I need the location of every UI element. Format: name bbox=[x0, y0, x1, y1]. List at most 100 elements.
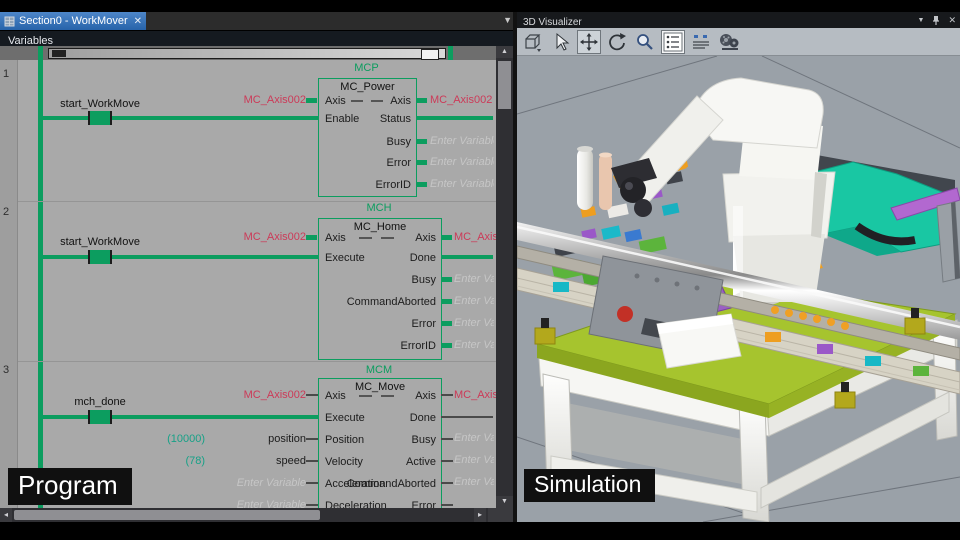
fb-pin: ErrorID bbox=[375, 179, 411, 191]
scroll-right-button[interactable]: ▸ bbox=[474, 508, 486, 522]
fb-pin: Busy bbox=[411, 434, 436, 446]
empty-parameter[interactable]: Enter Variable bbox=[200, 498, 306, 508]
fb-pin: Done bbox=[409, 412, 436, 424]
pin-stub bbox=[441, 299, 452, 304]
pin-line bbox=[306, 482, 318, 484]
pin-stub bbox=[441, 343, 452, 348]
pin-stub bbox=[441, 321, 452, 326]
empty-parameter[interactable]: Enter Variable bbox=[430, 134, 494, 148]
tab-overflow-icon[interactable]: ▼ bbox=[503, 15, 512, 25]
rung-3-number: 3 bbox=[3, 364, 10, 376]
fb-mc-home[interactable]: MC_Home Axis Execute Axis Done Busy Comm… bbox=[318, 218, 442, 360]
zoom-view-icon[interactable] bbox=[633, 30, 657, 54]
view-cube-icon[interactable] bbox=[521, 30, 545, 54]
3d-visualizer-panel: 3D Visualizer ▼ ✕ bbox=[517, 12, 960, 522]
pin-stub bbox=[441, 277, 452, 282]
measure-icon[interactable] bbox=[689, 30, 713, 54]
fb-pin: Done bbox=[409, 252, 436, 264]
input-variable[interactable]: MC_Axis002 bbox=[222, 388, 306, 402]
3d-viewport[interactable] bbox=[517, 55, 960, 522]
variables-hscroll-track[interactable] bbox=[48, 48, 446, 60]
pin-stub bbox=[306, 98, 317, 103]
ladder-canvas[interactable]: 1 2 3 start_WorkMove MC_Axis002 MC_Power… bbox=[0, 60, 496, 508]
tab-label: Section0 - WorkMover bbox=[19, 15, 128, 27]
select-cursor-icon[interactable] bbox=[549, 30, 573, 54]
empty-parameter[interactable]: Enter Variable bbox=[454, 294, 494, 308]
pin-line bbox=[441, 438, 453, 440]
scroll-up-button[interactable]: ▲ bbox=[496, 46, 513, 58]
pin-line bbox=[441, 482, 453, 484]
rung-3-wire bbox=[43, 415, 318, 419]
visualizer-titlebar[interactable]: 3D Visualizer ▼ ✕ bbox=[517, 12, 960, 28]
fb-pin: Execute bbox=[325, 412, 365, 424]
pin-stub bbox=[416, 139, 427, 144]
empty-parameter[interactable]: Enter Variable bbox=[430, 177, 494, 191]
vscroll-thumb[interactable] bbox=[498, 61, 511, 109]
input-variable[interactable]: MC_Axis002 bbox=[222, 93, 306, 107]
output-variable[interactable]: MC_Axis002 bbox=[454, 230, 496, 244]
tab-section0-workmover[interactable]: Section0 - WorkMover ✕ bbox=[0, 12, 146, 30]
fb-instance-tag: MCP bbox=[354, 62, 379, 74]
fb-instance-tag: MCM bbox=[365, 364, 393, 376]
pin-line bbox=[441, 394, 453, 396]
contact-label: mch_done bbox=[74, 396, 126, 408]
pin-icon[interactable] bbox=[932, 15, 940, 26]
rung-2-number: 2 bbox=[3, 206, 10, 218]
rotate-view-icon[interactable] bbox=[605, 30, 629, 54]
output-variable[interactable]: MC_Axis002 bbox=[454, 388, 496, 402]
empty-parameter[interactable]: Enter Variable bbox=[454, 338, 494, 352]
rung-1-wire bbox=[43, 116, 318, 120]
variables-hscroll-thumb[interactable] bbox=[52, 50, 66, 57]
fb-mc-power[interactable]: MC_Power Axis Enable Axis Status Busy Er… bbox=[318, 78, 417, 197]
fb-pin: Axis bbox=[325, 95, 346, 107]
empty-parameter[interactable]: Enter Variable bbox=[454, 453, 494, 467]
scene-tree-icon[interactable] bbox=[661, 29, 685, 54]
fb-mc-move[interactable]: MC_Move Axis Execute Position Velocity A… bbox=[318, 378, 442, 508]
contact-mch-done[interactable] bbox=[88, 410, 112, 424]
variables-hscroll-box[interactable] bbox=[421, 49, 439, 60]
contact-start-workmove[interactable] bbox=[88, 111, 112, 125]
pin-line bbox=[441, 504, 453, 506]
ladder-vscrollbar[interactable]: ▲ ▼ bbox=[496, 46, 513, 508]
pin-line bbox=[441, 460, 453, 462]
empty-parameter[interactable]: Enter Variable bbox=[200, 476, 306, 490]
hscroll-thumb[interactable] bbox=[14, 510, 320, 520]
fb-instance-tag: MCH bbox=[366, 202, 392, 214]
axis-passthrough bbox=[351, 100, 363, 102]
tab-close-icon[interactable]: ✕ bbox=[134, 16, 142, 27]
pin-stub bbox=[416, 98, 427, 103]
status-out-wire bbox=[416, 116, 493, 120]
done-out-line bbox=[441, 416, 493, 418]
fb-pin: Error bbox=[411, 500, 436, 508]
variables-scroll-row[interactable] bbox=[0, 46, 515, 60]
output-variable[interactable]: MC_Axis002 bbox=[430, 93, 492, 107]
fb-pin: Position bbox=[325, 434, 365, 446]
fb-pin: Axis bbox=[415, 390, 436, 402]
variables-bar[interactable]: Variables bbox=[0, 30, 515, 47]
pin-line bbox=[306, 438, 318, 440]
fb-pin: Status bbox=[379, 113, 411, 125]
close-icon[interactable]: ✕ bbox=[948, 15, 956, 26]
empty-parameter[interactable]: Enter Variable bbox=[454, 431, 494, 445]
fb-title: MC_Power bbox=[340, 81, 395, 93]
empty-parameter[interactable]: Enter Variable bbox=[454, 475, 494, 489]
contact-start-workmove[interactable] bbox=[88, 250, 112, 264]
3d-scene bbox=[517, 55, 960, 522]
scroll-left-button[interactable]: ◂ bbox=[0, 508, 12, 522]
pan-view-icon[interactable] bbox=[577, 29, 601, 54]
fb-pin: Busy bbox=[386, 136, 411, 148]
scroll-down-button[interactable]: ▼ bbox=[496, 496, 513, 508]
input-variable[interactable]: position bbox=[222, 432, 306, 446]
empty-parameter[interactable]: Enter Variable bbox=[430, 155, 494, 169]
input-variable[interactable]: speed bbox=[222, 454, 306, 468]
camera-path-icon[interactable] bbox=[717, 30, 741, 54]
input-variable[interactable]: MC_Axis002 bbox=[222, 230, 306, 244]
window-menu-icon[interactable]: ▼ bbox=[918, 17, 925, 24]
ladder-hscrollbar[interactable]: ◂ ▸ bbox=[0, 508, 513, 522]
fb-pin: Enable bbox=[325, 113, 360, 125]
fb-pin: Velocity bbox=[325, 456, 363, 468]
pin-stub bbox=[441, 235, 452, 240]
done-out-wire bbox=[441, 255, 493, 259]
empty-parameter[interactable]: Enter Variable bbox=[454, 272, 494, 286]
empty-parameter[interactable]: Enter Variable bbox=[454, 316, 494, 330]
